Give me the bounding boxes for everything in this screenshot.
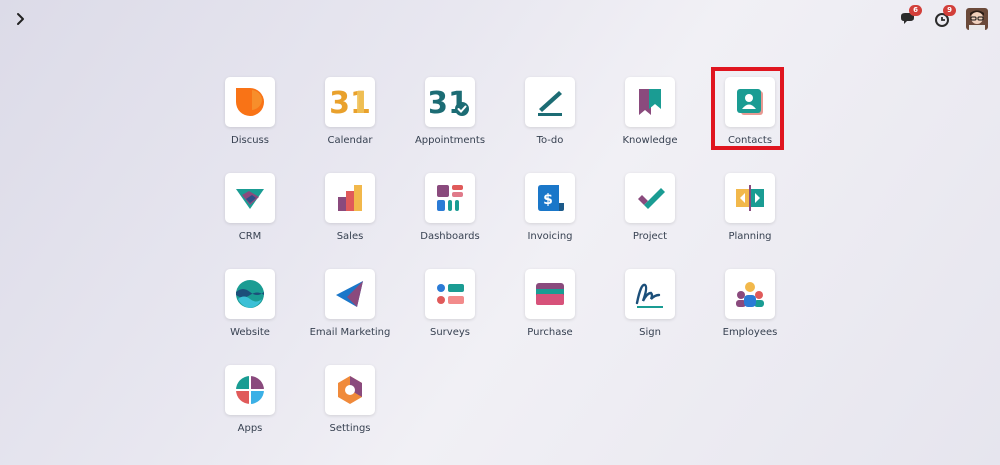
app-to-do[interactable]: To-do bbox=[500, 77, 600, 173]
app-employees[interactable]: Employees bbox=[700, 269, 800, 365]
app-label: Surveys bbox=[430, 327, 470, 338]
app-contacts[interactable]: Contacts bbox=[700, 67, 800, 173]
app-label: Planning bbox=[728, 231, 772, 242]
settings-icon bbox=[325, 365, 375, 415]
app-label: Purchase bbox=[527, 327, 573, 338]
todo-icon bbox=[525, 77, 575, 127]
activities-button[interactable]: 9 bbox=[932, 5, 956, 30]
app-planning[interactable]: Planning bbox=[700, 173, 800, 269]
purchase-icon bbox=[525, 269, 575, 319]
email-marketing-icon bbox=[325, 269, 375, 319]
sign-icon bbox=[625, 269, 675, 319]
activities-badge: 9 bbox=[943, 5, 956, 16]
app-crm[interactable]: CRM bbox=[200, 173, 300, 269]
app-label: Settings bbox=[329, 423, 371, 434]
contacts-icon bbox=[725, 77, 775, 127]
discuss-icon bbox=[225, 77, 275, 127]
chevron-right-icon[interactable] bbox=[12, 10, 30, 28]
app-label: Dashboards bbox=[420, 231, 480, 242]
surveys-icon bbox=[425, 269, 475, 319]
project-icon bbox=[625, 173, 675, 223]
app-label: Sales bbox=[336, 231, 364, 242]
dashboards-icon bbox=[425, 173, 475, 223]
app-email-marketing[interactable]: Email Marketing bbox=[300, 269, 400, 365]
app-label: Calendar bbox=[327, 135, 373, 146]
apps-grid: Discuss 31 Calendar 31 Appointments To-d… bbox=[200, 67, 800, 461]
employees-icon bbox=[725, 269, 775, 319]
app-purchase[interactable]: Purchase bbox=[500, 269, 600, 365]
app-label: Project bbox=[632, 231, 668, 242]
top-bar: 6 9 bbox=[0, 0, 1000, 38]
app-label: Appointments bbox=[414, 135, 486, 146]
discuss-badge: 6 bbox=[909, 5, 922, 16]
planning-icon bbox=[725, 173, 775, 223]
app-knowledge[interactable]: Knowledge bbox=[600, 77, 700, 173]
app-label: Website bbox=[230, 327, 270, 338]
app-sign[interactable]: Sign bbox=[600, 269, 700, 365]
app-label: Discuss bbox=[231, 135, 269, 146]
app-label: Email Marketing bbox=[309, 327, 391, 338]
apps-icon bbox=[225, 365, 275, 415]
app-label: Sign bbox=[639, 327, 661, 338]
website-icon bbox=[225, 269, 275, 319]
calendar-icon: 31 bbox=[325, 77, 375, 127]
app-project[interactable]: Project bbox=[600, 173, 700, 269]
svg-text:$: $ bbox=[543, 192, 553, 208]
app-appointments[interactable]: 31 Appointments bbox=[400, 77, 500, 173]
app-calendar[interactable]: 31 Calendar bbox=[300, 77, 400, 173]
app-discuss[interactable]: Discuss bbox=[200, 77, 300, 173]
app-label: Invoicing bbox=[527, 231, 573, 242]
discuss-messages-button[interactable]: 6 bbox=[898, 5, 922, 30]
sales-icon bbox=[325, 173, 375, 223]
app-label: Knowledge bbox=[622, 135, 678, 146]
app-label: To-do bbox=[536, 135, 564, 146]
app-invoicing[interactable]: $ Invoicing bbox=[500, 173, 600, 269]
app-dashboards[interactable]: Dashboards bbox=[400, 173, 500, 269]
app-surveys[interactable]: Surveys bbox=[400, 269, 500, 365]
crm-icon bbox=[225, 173, 275, 223]
app-website[interactable]: Website bbox=[200, 269, 300, 365]
app-sales[interactable]: Sales bbox=[300, 173, 400, 269]
app-label: Apps bbox=[237, 423, 263, 434]
app-label: CRM bbox=[238, 231, 262, 242]
app-settings[interactable]: Settings bbox=[300, 365, 400, 461]
app-label: Contacts bbox=[727, 135, 773, 146]
avatar[interactable] bbox=[966, 8, 988, 30]
app-apps[interactable]: Apps bbox=[200, 365, 300, 461]
invoicing-icon: $ bbox=[525, 173, 575, 223]
appointments-icon: 31 bbox=[425, 77, 475, 127]
knowledge-icon bbox=[625, 77, 675, 127]
app-label: Employees bbox=[722, 327, 778, 338]
